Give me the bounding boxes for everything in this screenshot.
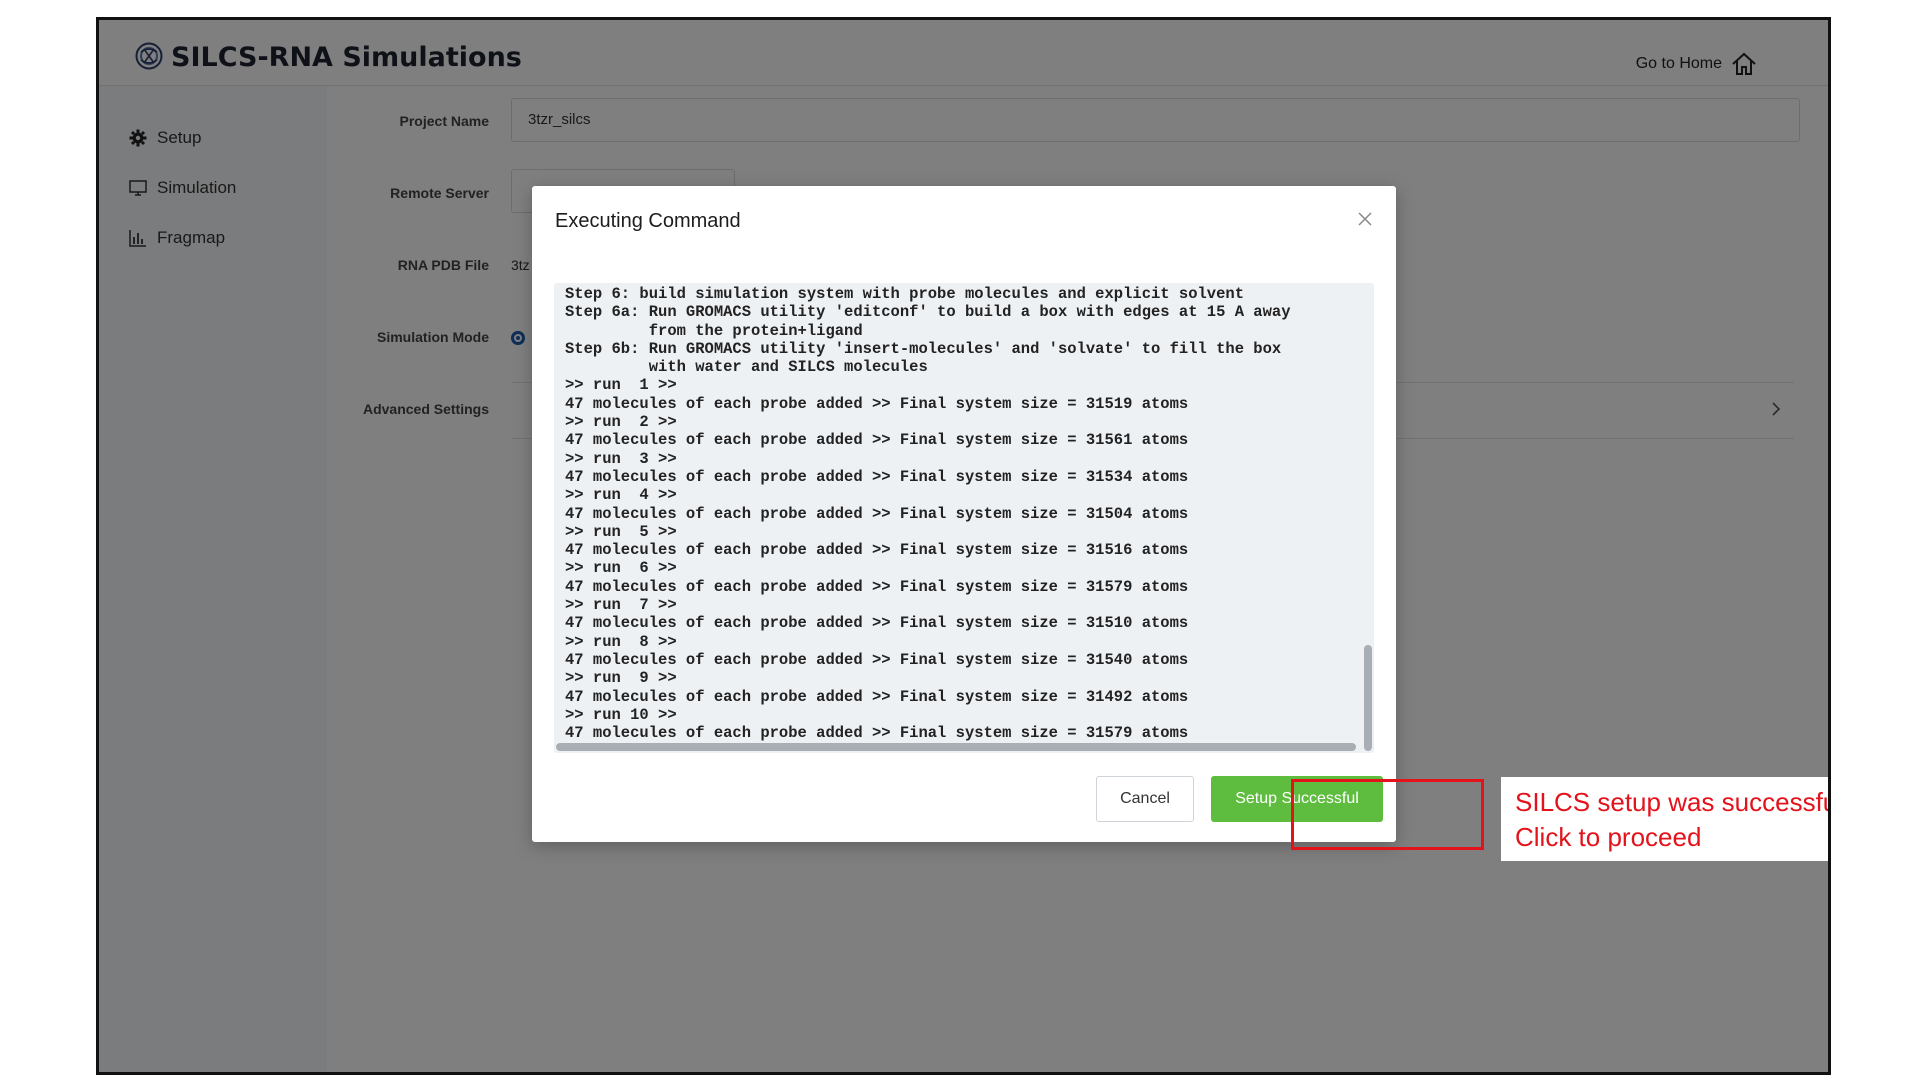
dialog-title: Executing Command — [555, 210, 741, 232]
app-window: SILCS-RNA Simulations Go to Home Setu — [96, 17, 1831, 1075]
vertical-scrollbar[interactable] — [1364, 645, 1372, 751]
cancel-button[interactable]: Cancel — [1096, 776, 1194, 822]
close-icon[interactable] — [1356, 210, 1374, 228]
horizontal-scrollbar[interactable] — [556, 743, 1356, 751]
command-output-console[interactable]: Step 6: build simulation system with pro… — [554, 283, 1374, 753]
executing-command-dialog: Executing Command Step 6: build simulati… — [532, 186, 1396, 842]
annotation-callout: SILCS setup was successful; Click to pro… — [1501, 777, 1828, 861]
callout-text: SILCS setup was successful; Click to pro… — [1515, 787, 1828, 852]
console-output-text: Step 6: build simulation system with pro… — [565, 285, 1291, 743]
highlight-box — [1291, 779, 1484, 850]
